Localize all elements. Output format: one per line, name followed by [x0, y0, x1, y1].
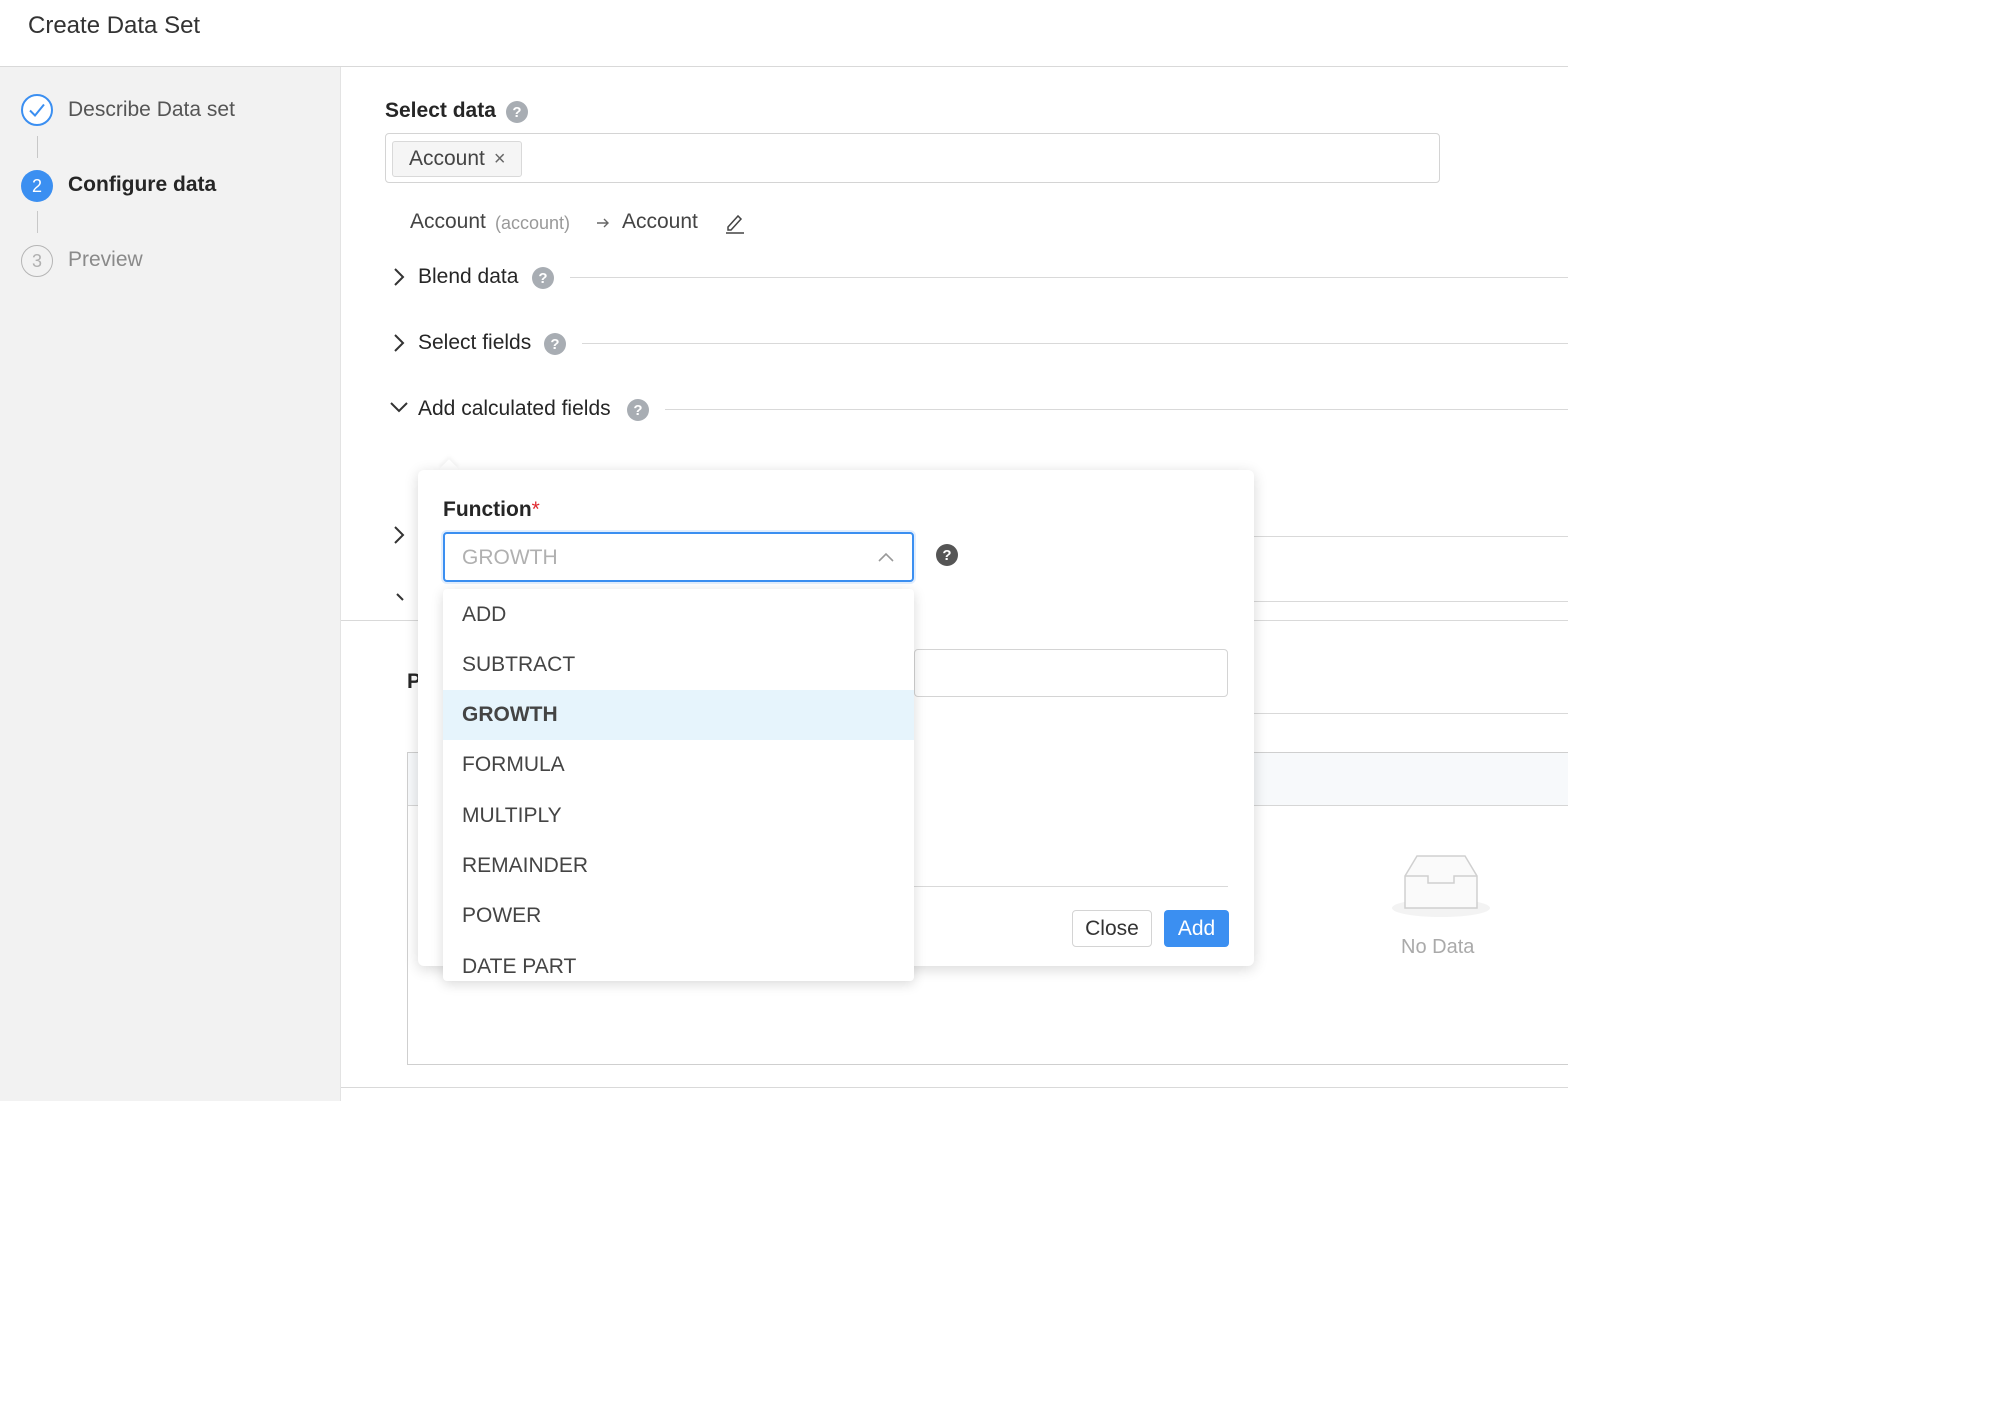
section-divider [582, 343, 1568, 344]
step-1-check-icon [21, 94, 53, 126]
blend-data-chevron-right-icon[interactable] [392, 267, 406, 292]
function-label-text: Function [443, 498, 532, 521]
calculated-fields-section-title[interactable]: Add calculated fields [418, 397, 611, 421]
collapsed-section-chevron-right-icon[interactable] [394, 592, 406, 610]
section-divider [1254, 536, 1568, 537]
popover-footer-divider [914, 886, 1228, 887]
target-object-name: Account [622, 210, 698, 233]
function-option-subtract[interactable]: SUBTRACT [443, 640, 914, 690]
tag-remove-close-icon[interactable]: × [494, 148, 506, 171]
source-object-name: Account [410, 210, 486, 233]
section-divider [570, 277, 1568, 278]
page-title: Create Data Set [28, 12, 201, 39]
step-3-label[interactable]: Preview [68, 248, 143, 272]
step-connector [37, 211, 38, 233]
account-tag: Account × [392, 141, 522, 177]
field-name-input[interactable] [914, 649, 1228, 697]
steps-sidebar: Describe Data set 2 Configure data 3 Pre… [0, 67, 341, 1101]
select-data-input[interactable]: Account × [385, 133, 1440, 183]
function-option-remainder[interactable]: REMAINDER [443, 841, 914, 891]
step-2-number: 2 [21, 170, 53, 202]
blend-data-section-title[interactable]: Blend data [418, 265, 518, 289]
arrow-right-icon [595, 215, 611, 236]
step-1-label[interactable]: Describe Data set [68, 98, 235, 122]
close-button[interactable]: Close [1072, 910, 1152, 947]
edit-icon[interactable] [724, 211, 746, 240]
source-object-api-name: (account) [495, 213, 571, 233]
bottom-divider [341, 1087, 1568, 1088]
function-select[interactable]: GROWTH [443, 532, 914, 582]
select-fields-section-title[interactable]: Select fields [418, 331, 531, 355]
select-data-help-icon[interactable]: ? [506, 101, 528, 123]
step-2-label[interactable]: Configure data [68, 173, 216, 197]
function-option-multiply[interactable]: MULTIPLY [443, 791, 914, 841]
chevron-up-icon [877, 550, 895, 568]
no-data-text: No Data [1401, 936, 1475, 958]
function-option-date-part[interactable]: DATE PART [443, 942, 914, 981]
required-mark: * [531, 498, 540, 521]
account-tag-label: Account [409, 147, 485, 170]
function-label: Function* [443, 498, 540, 522]
function-option-formula[interactable]: FORMULA [443, 740, 914, 790]
section-divider [665, 409, 1568, 410]
blend-data-help-icon[interactable]: ? [532, 267, 554, 289]
page-header: Create Data Set [0, 0, 1568, 67]
function-select-value: GROWTH [462, 546, 558, 569]
select-fields-chevron-right-icon[interactable] [392, 333, 406, 358]
select-data-label: Select data [385, 99, 496, 122]
select-fields-help-icon[interactable]: ? [544, 333, 566, 355]
add-button[interactable]: Add [1164, 910, 1229, 947]
function-option-add[interactable]: ADD [443, 590, 914, 640]
step-3-number: 3 [21, 245, 53, 277]
empty-inbox-icon [1390, 852, 1492, 925]
function-option-growth[interactable]: GROWTH [443, 690, 914, 740]
section-divider [1254, 601, 1568, 602]
function-help-icon[interactable]: ? [936, 544, 958, 566]
calculated-fields-help-icon[interactable]: ? [627, 399, 649, 421]
calculated-fields-chevron-down-icon[interactable] [389, 400, 409, 419]
function-option-power[interactable]: POWER [443, 891, 914, 941]
step-connector [37, 136, 38, 158]
function-dropdown-menu: ADD SUBTRACT GROWTH FORMULA MULTIPLY REM… [443, 589, 914, 981]
collapsed-section-chevron-right-icon[interactable] [392, 525, 406, 550]
